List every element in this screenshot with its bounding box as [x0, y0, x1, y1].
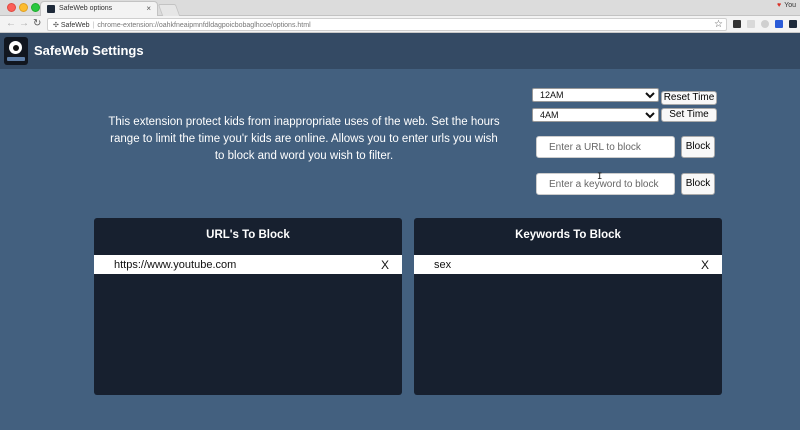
text-cursor-icon: I: [597, 172, 603, 182]
star-icon[interactable]: ☆: [714, 19, 723, 30]
set-time-button[interactable]: Set Time: [661, 108, 717, 122]
app-logo-icon: [4, 37, 28, 65]
omnibox-separator: |: [92, 22, 95, 29]
window-close-button[interactable]: [7, 3, 16, 12]
blocked-url-text: https://www.youtube.com: [114, 259, 237, 271]
app-header: SafeWeb Settings: [0, 33, 800, 69]
remove-url-button[interactable]: X: [381, 258, 389, 272]
description-text: This extension protect kids from inappro…: [108, 116, 500, 162]
url-input[interactable]: [536, 136, 675, 158]
extension-icon: ✣: [53, 22, 59, 29]
close-icon[interactable]: ×: [146, 4, 151, 13]
profile-button[interactable]: ♥ You: [777, 2, 796, 9]
logo-base: [7, 57, 25, 61]
browser-toolbar: ← → ↻ ✣ SafeWeb | chrome-extension://oahkfn…: [0, 16, 800, 33]
extension-glasses-icon[interactable]: [733, 20, 741, 28]
list-item: https://www.youtube.com X: [94, 255, 402, 274]
blocked-keyword-text: sex: [434, 259, 452, 271]
omnibox-url: chrome-extension://oahkfneaipmnfdldagpoi…: [97, 22, 311, 29]
browser-tab-bar: SafeWeb options × ♥ You: [0, 0, 800, 16]
start-time-select[interactable]: 12AM: [532, 88, 659, 102]
browser-tab[interactable]: SafeWeb options ×: [40, 1, 158, 16]
safeweb-favicon-icon: [47, 5, 55, 13]
keyword-block-panel: Keywords To Block sex X: [414, 218, 722, 395]
url-panel-title: URL's To Block: [206, 229, 290, 241]
keyword-input[interactable]: [536, 173, 675, 195]
profile-icon: ♥: [777, 2, 782, 9]
window-zoom-button[interactable]: [31, 3, 40, 12]
logo-pupil: [13, 45, 19, 51]
window-minimize-button[interactable]: [19, 3, 28, 12]
end-time-select[interactable]: 4AM: [532, 108, 659, 122]
profile-name: You: [784, 2, 796, 9]
block-keyword-button[interactable]: Block: [681, 173, 715, 195]
extension-circle-icon[interactable]: [761, 20, 769, 28]
back-icon[interactable]: ←: [6, 18, 16, 29]
extension-page-icon[interactable]: [747, 20, 755, 28]
reset-time-button[interactable]: Reset Time: [661, 91, 717, 105]
list-item: sex X: [414, 255, 722, 274]
safeweb-extension-icon[interactable]: [789, 20, 797, 28]
page-title: SafeWeb Settings: [34, 43, 144, 58]
tab-title: SafeWeb options: [59, 5, 113, 12]
remove-keyword-button[interactable]: X: [701, 258, 709, 272]
keyword-panel-title: Keywords To Block: [515, 229, 621, 241]
omnibox-site-label: SafeWeb: [60, 22, 90, 29]
new-tab-button[interactable]: [157, 4, 181, 16]
reload-icon[interactable]: ↻: [33, 18, 41, 29]
extension-blue-icon[interactable]: [775, 20, 783, 28]
address-bar[interactable]: ✣ SafeWeb | chrome-extension://oahkfneaipmn…: [47, 18, 727, 31]
block-url-button[interactable]: Block: [681, 136, 715, 158]
forward-icon[interactable]: →: [19, 18, 29, 29]
url-block-panel: URL's To Block https://www.youtube.com X: [94, 218, 402, 395]
